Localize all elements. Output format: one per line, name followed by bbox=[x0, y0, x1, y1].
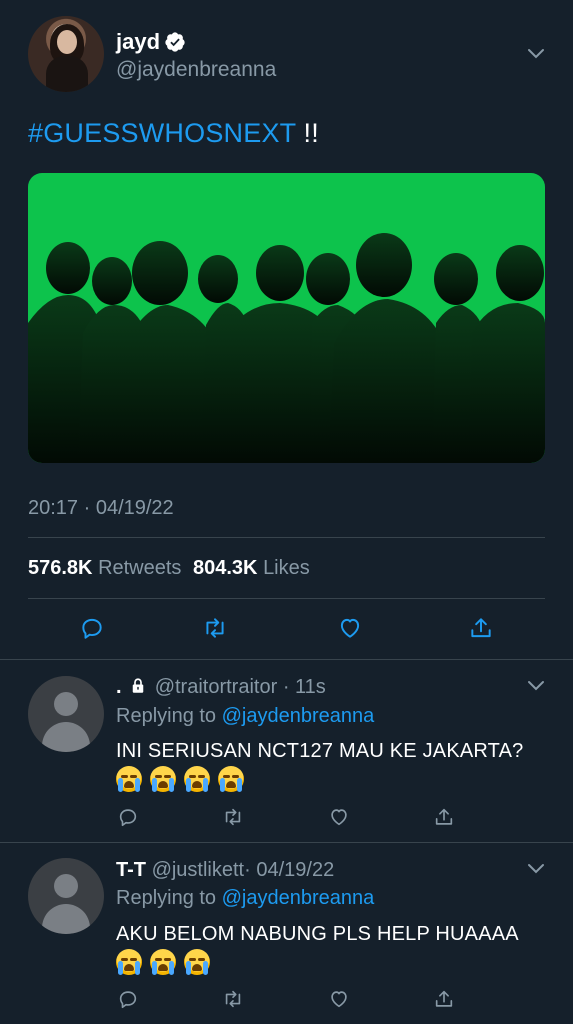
heart-icon[interactable] bbox=[337, 615, 363, 641]
reply-text: INI SERIUSAN NCT127 MAU KE JAKARTA? bbox=[116, 740, 524, 762]
tweet-image[interactable] bbox=[28, 173, 545, 463]
reply-tweet[interactable]: T-T @justlikett· 04/19/22 Replying to @j… bbox=[0, 843, 573, 1024]
reply-emojis bbox=[116, 949, 218, 975]
chevron-down-icon[interactable] bbox=[527, 48, 545, 60]
chevron-down-icon[interactable] bbox=[527, 680, 545, 692]
reply-tweet[interactable]: . @traitortraitor · 11s Replying to @jay… bbox=[0, 660, 573, 842]
loudly-crying-emoji bbox=[184, 949, 210, 975]
loudly-crying-emoji bbox=[218, 766, 244, 792]
reply-handle[interactable]: @justlikett bbox=[152, 859, 245, 881]
reply-display-name[interactable]: . bbox=[116, 676, 122, 698]
reply-handle[interactable]: @traitortraitor bbox=[155, 676, 278, 698]
loudly-crying-emoji bbox=[150, 949, 176, 975]
tweet-stats: 576.8K Retweets 804.3K Likes bbox=[28, 557, 310, 580]
author-handle[interactable]: @jaydenbreanna bbox=[116, 58, 276, 82]
share-icon[interactable] bbox=[468, 615, 494, 641]
reply-emojis bbox=[116, 766, 252, 792]
loudly-crying-emoji bbox=[150, 766, 176, 792]
loudly-crying-emoji bbox=[116, 766, 142, 792]
replying-to: Replying to @jaydenbreanna bbox=[116, 705, 375, 727]
heart-icon[interactable] bbox=[328, 806, 350, 828]
replying-to-handle[interactable]: @jaydenbreanna bbox=[222, 705, 375, 727]
chevron-down-icon[interactable] bbox=[527, 863, 545, 875]
author-avatar[interactable] bbox=[28, 16, 104, 92]
divider bbox=[28, 598, 545, 599]
loudly-crying-emoji bbox=[184, 766, 210, 792]
reply-avatar[interactable] bbox=[28, 676, 104, 752]
reply-text: AKU BELOM NABUNG PLS HELP HUAAAA bbox=[116, 923, 519, 945]
replying-to-handle[interactable]: @jaydenbreanna bbox=[222, 887, 375, 909]
share-icon[interactable] bbox=[433, 988, 455, 1010]
likes-stat[interactable]: 804.3K Likes bbox=[193, 557, 310, 579]
reply-icon[interactable] bbox=[79, 615, 105, 641]
verified-badge-icon bbox=[165, 32, 185, 52]
tweet-text-suffix: !! bbox=[295, 118, 319, 148]
loudly-crying-emoji bbox=[116, 949, 142, 975]
retweet-icon[interactable] bbox=[202, 615, 228, 641]
reply-time[interactable]: · 04/19/22 bbox=[244, 859, 334, 881]
reply-display-name[interactable]: T-T bbox=[116, 859, 146, 881]
share-icon[interactable] bbox=[433, 806, 455, 828]
retweet-icon[interactable] bbox=[222, 988, 244, 1010]
divider bbox=[28, 537, 545, 538]
reply-icon[interactable] bbox=[117, 988, 139, 1010]
reply-time[interactable]: · 11s bbox=[283, 676, 326, 698]
hashtag-link[interactable]: #GUESSWHOSNEXT bbox=[28, 118, 296, 148]
reply-icon[interactable] bbox=[117, 806, 139, 828]
heart-icon[interactable] bbox=[328, 988, 350, 1010]
group-silhouette-image bbox=[28, 233, 545, 463]
reply-header: . @traitortraitor · 11s bbox=[116, 676, 326, 699]
replying-to: Replying to @jaydenbreanna bbox=[116, 887, 375, 909]
tweet-timestamp[interactable]: 20:17 · 04/19/22 bbox=[28, 497, 174, 520]
retweets-stat[interactable]: 576.8K Retweets bbox=[28, 557, 181, 579]
lock-icon bbox=[132, 678, 144, 693]
reply-avatar[interactable] bbox=[28, 858, 104, 934]
retweet-icon[interactable] bbox=[222, 806, 244, 828]
tweet-text: #GUESSWHOSNEXT !! bbox=[28, 118, 319, 149]
reply-header: T-T @justlikett· 04/19/22 bbox=[116, 859, 334, 882]
author-display-name[interactable]: jayd bbox=[116, 29, 160, 55]
